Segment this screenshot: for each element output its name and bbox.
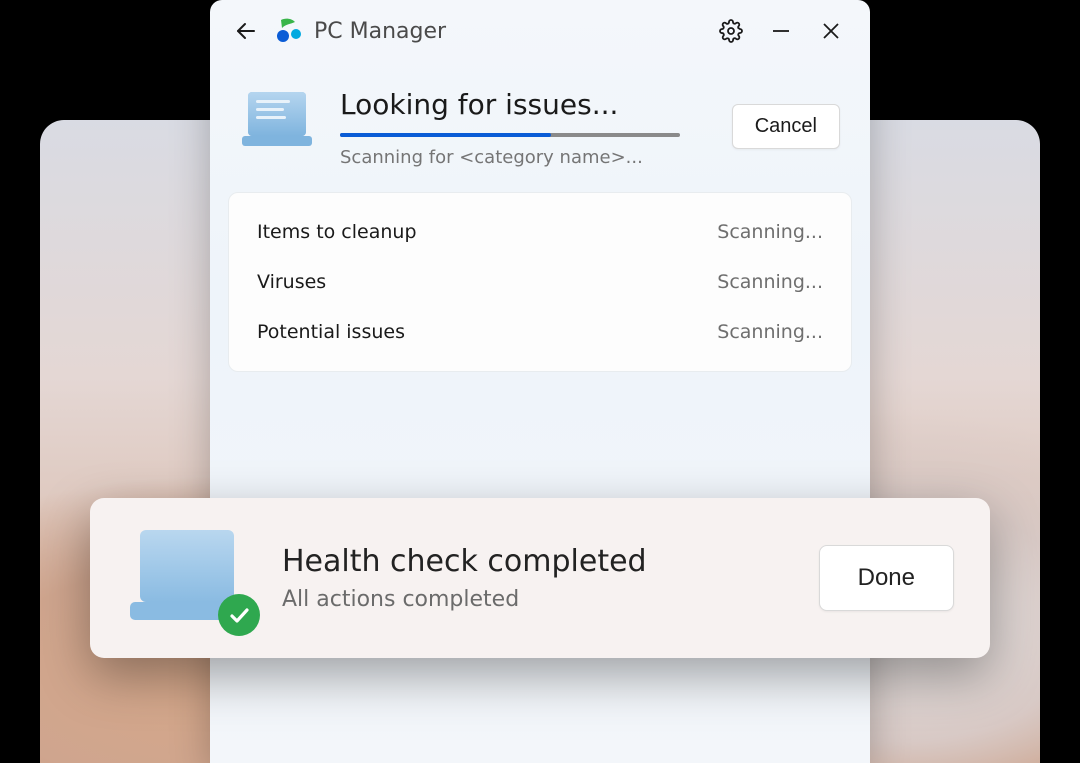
app-logo: PC Manager — [274, 16, 446, 46]
result-row-potential: Potential issues Scanning... — [229, 307, 851, 357]
scan-info: Looking for issues... Scanning for <cate… — [340, 88, 710, 168]
result-label: Potential issues — [257, 321, 405, 343]
close-button[interactable] — [806, 7, 856, 55]
laptop-scan-icon — [240, 88, 318, 156]
result-status: Scanning... — [717, 271, 823, 293]
toast-subtitle: All actions completed — [282, 587, 791, 612]
toast-laptop-icon — [126, 524, 254, 632]
checkmark-icon — [227, 603, 251, 627]
close-icon — [821, 21, 841, 41]
scan-subtitle: Scanning for <category name>... — [340, 147, 710, 168]
result-row-cleanup: Items to cleanup Scanning... — [229, 207, 851, 257]
gear-icon — [719, 19, 743, 43]
cancel-button[interactable]: Cancel — [732, 104, 840, 149]
success-check-badge — [218, 594, 260, 636]
results-card: Items to cleanup Scanning... Viruses Sca… — [228, 192, 852, 372]
minimize-button[interactable] — [756, 7, 806, 55]
toast-title: Health check completed — [282, 544, 791, 579]
minimize-icon — [770, 20, 792, 42]
scan-header: Looking for issues... Scanning for <cate… — [210, 62, 870, 192]
result-label: Items to cleanup — [257, 221, 417, 243]
settings-button[interactable] — [706, 7, 756, 55]
pc-manager-logo-icon — [274, 16, 304, 46]
app-title: PC Manager — [314, 19, 446, 44]
back-arrow-icon — [234, 19, 258, 43]
completion-toast: Health check completed All actions compl… — [90, 498, 990, 658]
done-button[interactable]: Done — [819, 545, 954, 611]
titlebar: PC Manager — [210, 0, 870, 62]
result-status: Scanning... — [717, 221, 823, 243]
back-button[interactable] — [224, 9, 268, 53]
result-label: Viruses — [257, 271, 326, 293]
toast-text: Health check completed All actions compl… — [282, 544, 791, 612]
progress-bar — [340, 133, 680, 137]
result-status: Scanning... — [717, 321, 823, 343]
progress-fill — [340, 133, 551, 137]
result-row-viruses: Viruses Scanning... — [229, 257, 851, 307]
scan-title: Looking for issues... — [340, 88, 710, 121]
